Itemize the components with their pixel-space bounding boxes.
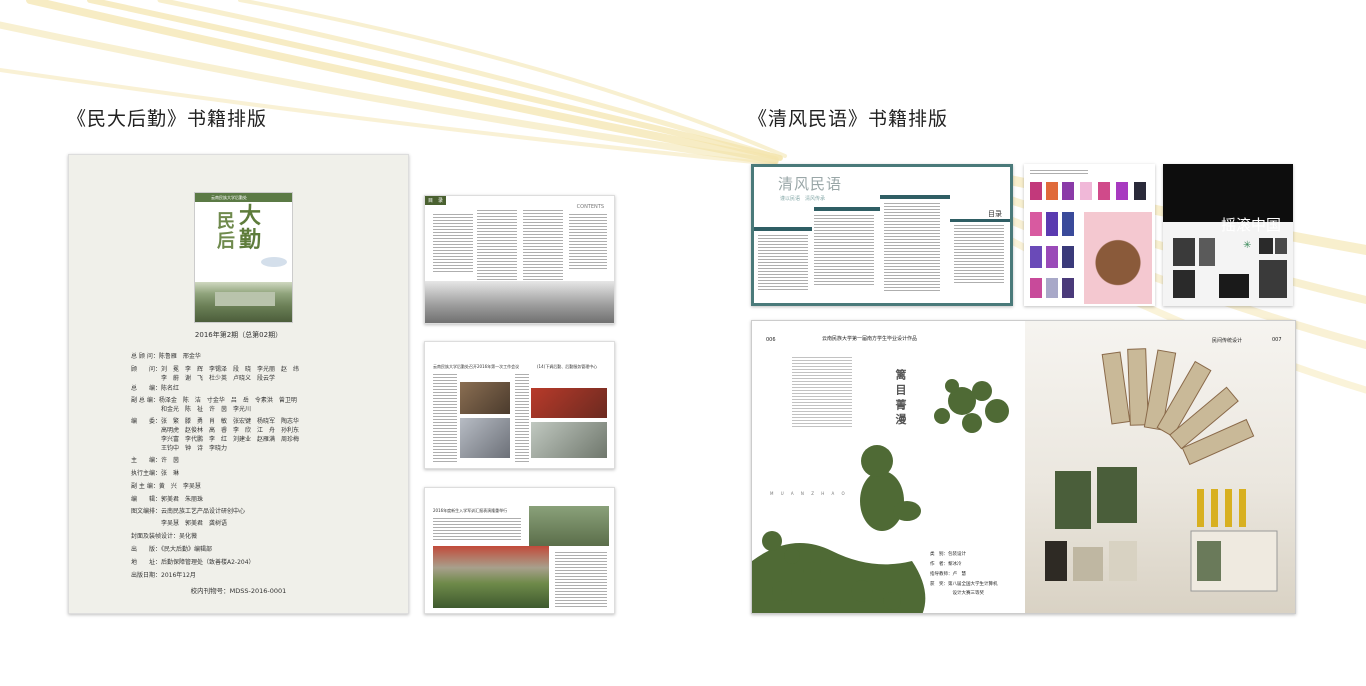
spread-credit: 类 别：包装设计 bbox=[930, 552, 966, 557]
spread-page-left: 006 bbox=[766, 337, 776, 343]
toc-tag: 目 录 bbox=[425, 196, 447, 205]
news1-headline-right: (14)下调后勤、后勤服务管理中心 bbox=[537, 364, 598, 369]
qingfeng-title: 清风民语 bbox=[778, 175, 843, 193]
toc-thumbnail: 目 录 CONTENTS bbox=[424, 195, 615, 324]
news1-photo bbox=[460, 382, 510, 414]
news-thumbnail-1: 云南民族大学后勤处召开2016年第一次工作会议 (14)下调后勤、后勤服务管理中… bbox=[424, 341, 615, 469]
colophon-line: 李兴富 李代鹏 李 红 刘建业 赵雁满 周珍梅 bbox=[131, 436, 300, 443]
colophon-line: 李 蔚 谢 飞 杜少英 卢晓义 段云学 bbox=[131, 375, 276, 382]
cover-band: 云南民族大学后勤处 bbox=[195, 193, 292, 202]
colophon-line: 王钧中 钟 诗 李晓力 bbox=[131, 445, 228, 452]
section-title-qingfengminyu: 《清风民语》书籍排版 bbox=[748, 108, 949, 130]
cover-char: 民 bbox=[217, 211, 235, 232]
news1-photo bbox=[531, 388, 607, 418]
spread-header: 云南民族大学第一届南方学生毕业设计作品 bbox=[822, 336, 918, 342]
cover-char: 后 bbox=[217, 231, 235, 252]
colophon-line: 编 辑：郭美君 朱丽珠 bbox=[131, 496, 204, 503]
news2-photo bbox=[433, 546, 549, 608]
colophon-line: 李吴慧 郭美君 龚树语 bbox=[131, 520, 228, 527]
news2-headline: 2016年度新生入学军训汇报表演隆重举行 bbox=[433, 508, 508, 513]
cover-char: 勤 bbox=[239, 227, 262, 253]
spread-credit: 作 者：黎冰冷 bbox=[930, 562, 962, 567]
cover-photo bbox=[195, 282, 292, 322]
colophon-line: 总 编：陈名红 bbox=[131, 385, 180, 392]
spread-credit: 设计大赛三等奖 bbox=[930, 591, 984, 596]
collage-spread bbox=[1024, 164, 1155, 306]
yaogun-spread: 摇滚中国 ✳ bbox=[1163, 164, 1293, 306]
colophon-page: 云南民族大学后勤处 大 勤 民 后 2016年第2期（总第02期） 总 顾 问：… bbox=[68, 154, 409, 614]
news-thumbnail-2: 2016年度新生入学军训汇报表演隆重举行 bbox=[424, 487, 615, 614]
spread-credit: 获 奖：第八届全国大学生计算机 bbox=[930, 582, 998, 587]
qingfeng-subtitle: 谨以民语 清风传承 bbox=[780, 196, 826, 202]
collage-photo bbox=[1084, 212, 1152, 304]
news1-headline-left: 云南民族大学后勤处召开2016年第一次工作会议 bbox=[433, 364, 520, 369]
news1-photo bbox=[531, 422, 607, 458]
news2-photo bbox=[529, 506, 609, 546]
colophon-line: 总 顾 问：陈鲁雁 邢金华 bbox=[131, 353, 201, 360]
colophon-line: 图文编排：云南民族工艺产品设计研创中心 bbox=[131, 508, 246, 515]
colophon-line: 封面及装帧设计：吴化薇 bbox=[131, 533, 198, 540]
papercut-illustration bbox=[752, 379, 1009, 613]
magazine-cover: 云南民族大学后勤处 大 勤 民 后 bbox=[194, 192, 293, 323]
toc-contents-label: CONTENTS bbox=[576, 204, 604, 210]
qingfeng-toc-spread: 清风民语 谨以民语 清风传承 目录 bbox=[751, 164, 1013, 306]
colophon-line: 和金光 陈 祉 许 茵 李光川 bbox=[131, 406, 252, 413]
colophon-line: 地 址：后勤保障管理处（致善楼A2-204） bbox=[131, 559, 255, 566]
colophon-line: 主 编：许 茵 bbox=[131, 457, 180, 464]
qingfeng-mulu: 目录 bbox=[988, 210, 1002, 218]
toc-photo bbox=[425, 281, 614, 323]
colophon-line: 副 总 编：杨泽金 陈 洁 寸金华 吕 岳 令素洪 曾卫明 bbox=[131, 397, 297, 404]
yaogun-title: 摇滚中国 bbox=[1221, 216, 1282, 234]
colophon-line: 出版日期：2016年12月 bbox=[131, 572, 196, 579]
colophon-line: 副 主 编：黄 兴 李吴慧 bbox=[131, 483, 201, 490]
colophon-line: 编 委：张 繁 滕 勇 肖 敏 张宏键 杨晓军 陶志华 bbox=[131, 418, 300, 425]
colophon-line: 顾 问：刘 冕 李 辉 李锡泽 段 晓 李光丽 赵 纬 bbox=[131, 366, 300, 373]
colophon-line: 高明虎 赵俊林 高 睿 李 欣 江 舟 孙利东 bbox=[131, 427, 300, 434]
issue-number: 2016年第2期（总第02期） bbox=[194, 331, 283, 339]
colophon-footer: 校内刊物号：MDSS-2016-0001 bbox=[190, 587, 287, 595]
spread-credit: 指导教师：卢 慧 bbox=[930, 572, 966, 577]
cover-char: 大 bbox=[239, 203, 262, 229]
news1-photo bbox=[460, 418, 510, 458]
bookmark-tags-illustration bbox=[1045, 348, 1278, 592]
section-title-mindahouqin: 《民大后勤》书籍排版 bbox=[67, 108, 268, 130]
product-spread: 006 云南民族大学第一届南方学生毕业设计作品 篱 目 菁 漫 M U A N … bbox=[751, 320, 1296, 614]
colophon-line: 出 版：《民大后勤》编辑部 bbox=[131, 546, 213, 553]
colophon-line: 执行主编：张 琳 bbox=[131, 470, 180, 477]
